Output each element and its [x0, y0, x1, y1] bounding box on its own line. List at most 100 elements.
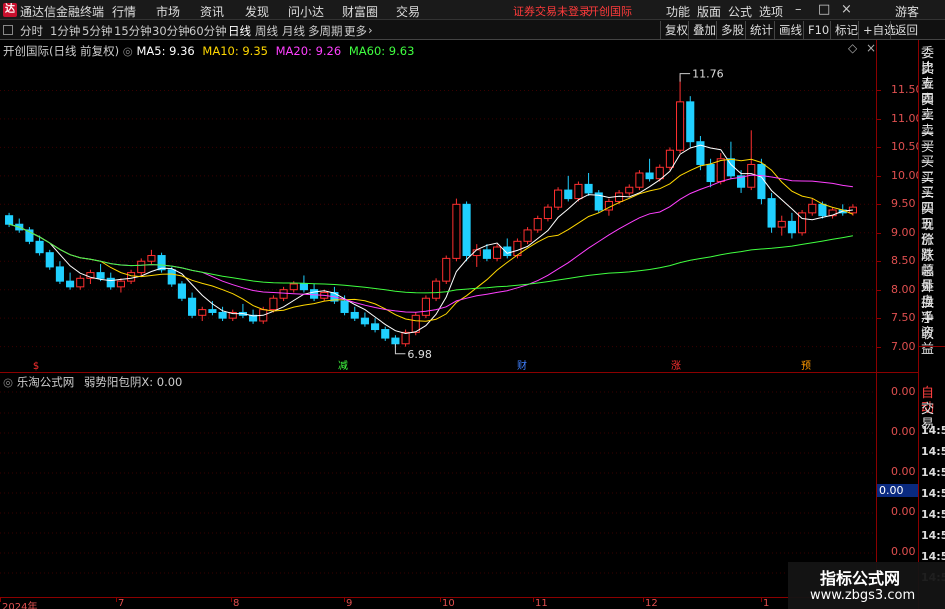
- y-tick-main: 7.00: [891, 339, 916, 353]
- period-60min[interactable]: 60分钟: [189, 23, 227, 39]
- x-tick-mark: [440, 598, 441, 602]
- legend-ma20: MA20: 9.26: [275, 44, 342, 58]
- candle-body: [767, 198, 776, 228]
- period-weekly[interactable]: 周线: [255, 23, 278, 39]
- legend-gear-icon[interactable]: ◎: [123, 44, 137, 58]
- candle-body: [686, 101, 695, 143]
- low-label: 6.98: [407, 348, 432, 361]
- candle-body: [442, 257, 451, 282]
- period-15min[interactable]: 15分钟: [114, 23, 152, 39]
- candle-body: [421, 297, 430, 316]
- y-tick-main: 8.00: [891, 282, 916, 296]
- close-small-icon[interactable]: ×: [866, 41, 876, 55]
- y-tick-sub: 0.00: [891, 425, 916, 438]
- maximize-icon[interactable]: □: [818, 2, 830, 17]
- candle-body: [188, 297, 197, 316]
- toolbar-grid-icon[interactable]: [3, 25, 13, 35]
- menu-item-wenxiaoda[interactable]: 问小达: [288, 3, 324, 20]
- x-axis: 2024年 7 8 9 10 11 12 1: [0, 597, 876, 609]
- candle-body: [177, 283, 186, 299]
- high-label: 11.76: [692, 68, 724, 81]
- y-tick-mark: [877, 204, 881, 206]
- chevron-right-icon[interactable]: ›: [368, 23, 373, 37]
- x-tick-mark: [643, 598, 644, 602]
- current-value-box: 0.00: [877, 484, 919, 497]
- low-pointer: [394, 343, 406, 355]
- btn-huaxian[interactable]: 画线: [774, 21, 806, 39]
- y-tick-main: 7.50: [891, 311, 916, 325]
- candle-body: [564, 189, 573, 200]
- tick-time: 14:56: [921, 508, 945, 521]
- menu-item-faxian[interactable]: 发现: [245, 3, 269, 20]
- btn-tongji[interactable]: 统计: [745, 21, 777, 39]
- kline-chart[interactable]: 11.76 6.98 $ 减 财 涨 预: [0, 40, 876, 372]
- x-tick-mark: [0, 598, 1, 602]
- period-fenshi[interactable]: 分时: [20, 23, 43, 39]
- candle-body: [381, 329, 390, 339]
- legend-ma60: MA60: 9.63: [348, 44, 415, 58]
- period-daily[interactable]: 日线: [228, 23, 251, 39]
- x-tick-label: 1: [763, 598, 770, 609]
- candle-body: [45, 252, 54, 268]
- y-tick-mark: [877, 289, 881, 291]
- quote-field-label: 收益: [921, 326, 935, 357]
- period-1min[interactable]: 1分钟: [50, 23, 80, 39]
- candle-body: [615, 192, 624, 202]
- menu-item-banmian[interactable]: 版面: [697, 3, 721, 20]
- x-tick-label: 12: [645, 598, 658, 609]
- y-tick-mark: [877, 261, 881, 263]
- indicator-chart[interactable]: [0, 372, 876, 597]
- menu-item-zixun[interactable]: 资讯: [200, 3, 224, 20]
- candle-body: [523, 229, 532, 242]
- candle-body: [574, 183, 583, 200]
- candle-body: [635, 172, 644, 188]
- legend-ma5: MA5: 9.36: [136, 44, 195, 58]
- sub-legend-gear-icon[interactable]: ◎: [3, 375, 17, 389]
- watermark: 指标公式网 www.zbgs3.com: [788, 562, 945, 609]
- diamond-icon[interactable]: ◇: [848, 41, 857, 55]
- quote-panel: 委比 卖五 卖四 卖三 卖二 卖一 买一 买二 买三 买四 买五 现价 涨跌 涨幅 总量 外盘 换手 净资 收益 自动…: [918, 40, 945, 609]
- period-5min[interactable]: 5分钟: [82, 23, 112, 39]
- btn-duogu[interactable]: 多股: [716, 21, 748, 39]
- candle-body: [198, 309, 207, 316]
- period-more[interactable]: 更多: [344, 23, 367, 39]
- minimize-icon[interactable]: –: [795, 2, 802, 17]
- tick-time: 14:56: [921, 487, 945, 500]
- y-tick-main: 9.50: [891, 197, 916, 211]
- candle-body: [96, 272, 105, 279]
- legend-title: 开创国际(日线 前复权): [3, 44, 120, 58]
- period-30min[interactable]: 30分钟: [152, 23, 190, 39]
- user-guest[interactable]: 游客: [895, 3, 919, 20]
- menu-item-shichang[interactable]: 市场: [156, 3, 180, 20]
- btn-f10[interactable]: F10: [803, 21, 833, 39]
- menu-item-jiaoyi[interactable]: 交易: [396, 3, 420, 20]
- tick-time: 14:56: [921, 529, 945, 542]
- stock-name-top: 开创国际: [588, 5, 632, 18]
- menu-item-hangqing[interactable]: 行情: [112, 3, 136, 20]
- x-tick-mark: [116, 598, 117, 602]
- menu-item-gongshi[interactable]: 公式: [728, 3, 752, 20]
- candle-body: [35, 240, 44, 254]
- x-tick-label: 7: [118, 598, 125, 609]
- close-icon[interactable]: ×: [841, 2, 852, 17]
- candle-body: [340, 300, 349, 313]
- period-monthly[interactable]: 月线: [282, 23, 305, 39]
- menu-item-caifuquan[interactable]: 财富圈: [342, 3, 378, 20]
- y-tick-main: 8.50: [891, 254, 916, 268]
- menu-item-xuanxiang[interactable]: 选项: [759, 3, 783, 20]
- menu-item-gongneng[interactable]: 功能: [666, 3, 690, 20]
- period-multi[interactable]: 多周期: [308, 23, 343, 39]
- y-axis-main: 11.50 11.00 10.50 10.00 9.50 9.00 8.50 8.00 7.50…: [876, 40, 923, 372]
- x-tick-label: 10: [442, 598, 455, 609]
- app-logo-icon: 达: [3, 3, 17, 17]
- x-tick-mark: [533, 598, 534, 602]
- candle-body: [299, 283, 308, 291]
- candle-body: [625, 186, 634, 194]
- candle-body: [808, 203, 817, 214]
- x-tick-mark: [231, 598, 232, 602]
- candle-body: [66, 280, 75, 288]
- y-tick-sub: 0.00: [891, 505, 916, 518]
- login-warning[interactable]: 证券交易未登录: [513, 3, 590, 19]
- y-tick-main: 9.00: [891, 225, 916, 239]
- btn-fanhui[interactable]: 返回: [890, 21, 922, 39]
